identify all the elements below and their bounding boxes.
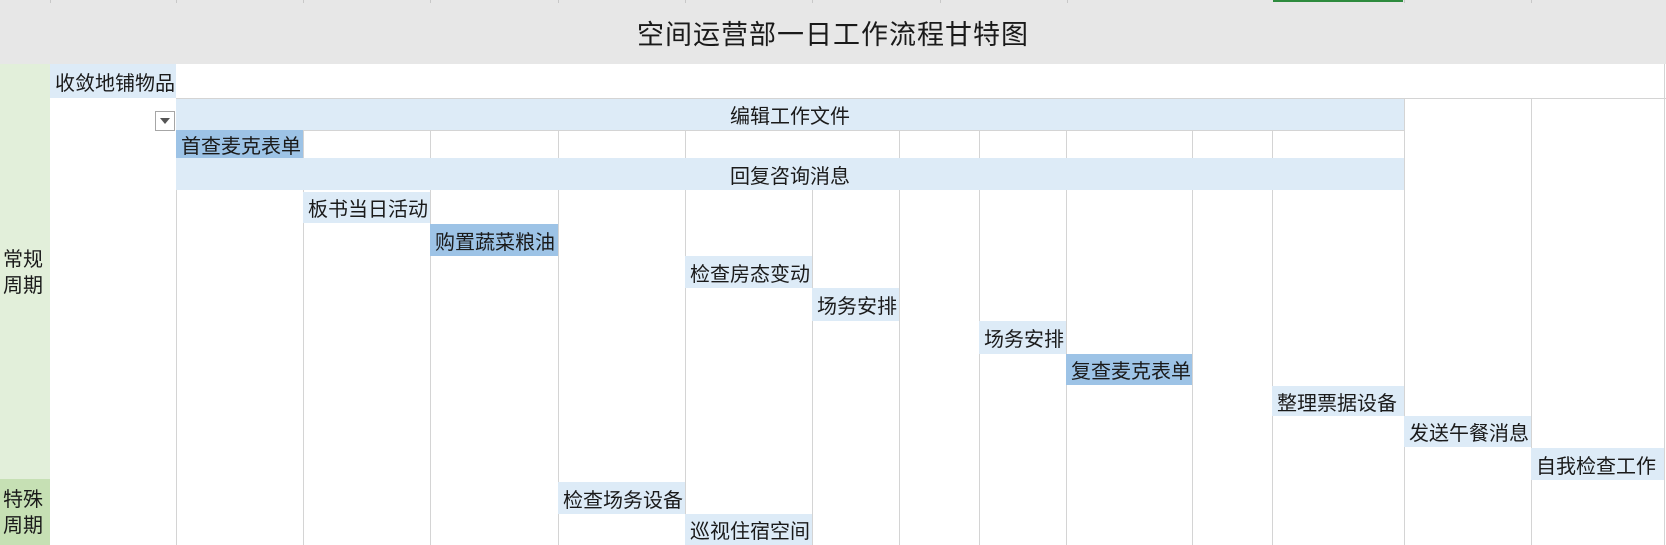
task-bar[interactable]: 自我检查工作 <box>1531 448 1664 480</box>
task-bar[interactable]: 检查房态变动 <box>685 256 812 288</box>
category-special-label: 特殊 周期 <box>3 487 43 537</box>
task-bar[interactable]: 场务安排 <box>812 288 899 321</box>
header-col-tick <box>176 0 177 3</box>
header-col-tick <box>1067 0 1068 3</box>
selected-column-marker <box>1273 0 1403 2</box>
task-bar[interactable]: 编辑工作文件 <box>176 99 1404 130</box>
header-col-tick <box>1531 0 1532 3</box>
task-bar[interactable]: 首查麦克表单 <box>176 130 303 158</box>
sheet-title: 空间运营部一日工作流程甘特图 <box>637 19 1029 51</box>
header-col-tick <box>685 0 686 3</box>
category-regular: 常规 周期 <box>0 64 50 479</box>
grid-line <box>1664 64 1665 545</box>
task-bar[interactable]: 整理票据设备 <box>1272 386 1404 416</box>
grid-line <box>1404 99 1405 545</box>
task-bar[interactable]: 板书当日活动 <box>303 192 430 223</box>
category-special: 特殊 周期 <box>0 479 50 545</box>
grid-line <box>1272 130 1273 545</box>
grid-line <box>812 190 813 545</box>
header-col-tick <box>1404 0 1405 3</box>
header-col-tick <box>558 0 559 3</box>
header-col-tick <box>430 0 431 3</box>
header-col-tick <box>812 0 813 3</box>
task-bar[interactable]: 回复咨询消息 <box>176 158 1404 190</box>
category-regular-label: 常规 周期 <box>3 246 43 297</box>
filter-dropdown-button[interactable] <box>155 111 175 131</box>
header-col-tick <box>940 0 941 3</box>
grid-line <box>176 130 1404 131</box>
task-bar[interactable]: 发送午餐消息 <box>1404 416 1531 447</box>
grid-line <box>1192 130 1193 545</box>
grid-line <box>899 130 900 545</box>
grid-line <box>430 130 431 545</box>
header-col-tick <box>303 0 304 3</box>
header-col-tick <box>50 0 51 3</box>
task-bar[interactable]: 购置蔬菜粮油 <box>430 224 558 256</box>
grid-line <box>685 130 686 545</box>
grid-line <box>1066 130 1067 545</box>
task-bar[interactable]: 收敛地铺物品 <box>50 64 176 98</box>
task-bar[interactable]: 检查场务设备 <box>558 482 685 514</box>
task-bar[interactable]: 场务安排 <box>979 321 1066 354</box>
task-bar[interactable]: 巡视住宿空间 <box>685 514 812 545</box>
task-bar[interactable]: 复查麦克表单 <box>1066 354 1192 385</box>
dropdown-arrow-icon <box>160 118 170 124</box>
